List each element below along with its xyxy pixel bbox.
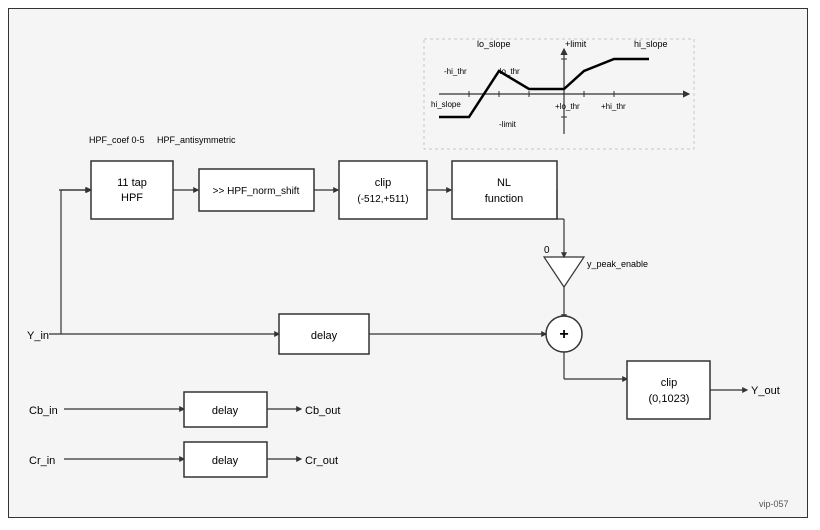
hi-slope-label: hi_slope xyxy=(634,39,668,49)
adder-plus: + xyxy=(559,326,568,343)
nl-label-line1: NL xyxy=(497,177,511,189)
plus-limit-label: +limit xyxy=(565,39,587,49)
vip-label: vip-057 xyxy=(759,499,789,509)
cbout-label: Cb_out xyxy=(305,405,340,417)
clip2-block xyxy=(627,361,710,419)
delay-cb-label: delay xyxy=(212,405,239,417)
yout-label: Y_out xyxy=(751,385,780,397)
shift-label: >> HPF_norm_shift xyxy=(213,186,300,197)
yin-label: Y_in xyxy=(27,330,49,342)
clip1-label-line1: clip xyxy=(375,177,392,189)
clip1-label-line2: (-512,+511) xyxy=(357,194,408,205)
hpf-coef-label: HPF_coef 0-5 xyxy=(89,135,145,145)
neg-hi-thr-label: -hi_thr xyxy=(444,67,467,76)
zero-label: 0 xyxy=(544,245,550,256)
nl-label-line2: function xyxy=(485,193,524,205)
hpf-label-line1: 11 tap xyxy=(117,177,147,189)
clip2-label-line1: clip xyxy=(661,377,678,389)
neg-lo-thr-label: -lo_thr xyxy=(497,67,520,76)
cbin-label: Cb_in xyxy=(29,405,58,417)
clip2-label-line2: (0,1023) xyxy=(649,393,690,405)
plus-lo-thr-label: +lo_thr xyxy=(555,102,580,111)
hi-slope-bottom-label: hi_slope xyxy=(431,100,461,109)
diagram-border: lo_slope +limit hi_slope -hi_thr -lo_thr… xyxy=(8,8,808,518)
block-diagram: lo_slope +limit hi_slope -hi_thr -lo_thr… xyxy=(9,9,809,519)
hpf-label-line2: HPF xyxy=(121,192,143,204)
neg-limit-label: -limit xyxy=(499,120,517,129)
crout-label: Cr_out xyxy=(305,455,338,467)
mux-triangle xyxy=(544,257,584,287)
delay-y-label: delay xyxy=(311,330,338,342)
nl-block xyxy=(452,161,557,219)
hpf-block xyxy=(91,161,173,219)
hpf-antisymmetric-label: HPF_antisymmetric xyxy=(157,135,236,145)
clip1-block xyxy=(339,161,427,219)
y-peak-enable-label: y_peak_enable xyxy=(587,259,648,269)
crin-label: Cr_in xyxy=(29,455,55,467)
plus-hi-thr-label: +hi_thr xyxy=(601,102,626,111)
lo-slope-label: lo_slope xyxy=(477,39,511,49)
delay-cr-label: delay xyxy=(212,455,239,467)
